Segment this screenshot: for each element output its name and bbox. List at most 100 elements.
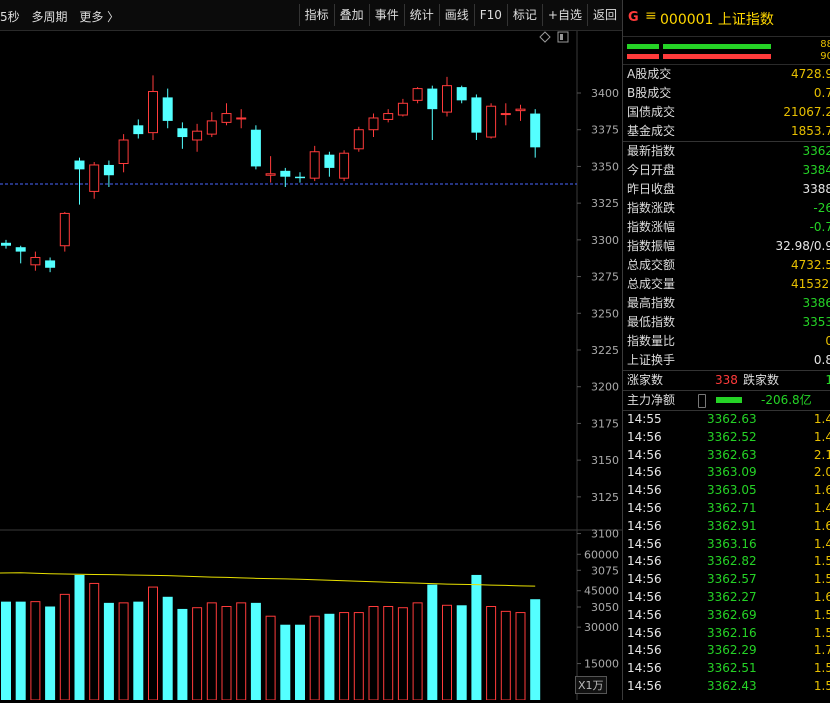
price-tick-label: 3175 — [591, 417, 619, 430]
tick-price: 3362.27 — [707, 589, 757, 604]
volume-bar — [103, 602, 114, 700]
candle-body — [500, 113, 511, 116]
volume-bar — [221, 606, 232, 701]
stat-value: 32.98/0.9 — [775, 239, 830, 253]
statistics-button[interactable]: 统计 — [403, 4, 439, 26]
tick-volume: 2.0 — [813, 465, 830, 480]
stat-label: 今日开盘 — [627, 163, 676, 177]
price-tick-label: 3100 — [591, 528, 619, 541]
tick-volume: 1.5 — [813, 572, 830, 587]
turnover-section: A股成交 4728.9 B股成交 0.7 国债成交 21067.2 基金成交 1853.… — [623, 65, 830, 142]
tick-row: 14:56 3362.63 2.1 — [623, 447, 830, 465]
tick-price: 3362.69 — [707, 607, 757, 622]
net-flow-bar — [716, 397, 742, 403]
tick-volume: 1.4 — [813, 429, 830, 444]
volume-bar — [133, 601, 144, 700]
turnover-value: 4728.9 — [791, 67, 830, 81]
up-bar-right — [663, 44, 771, 49]
volume-bar — [265, 615, 276, 701]
up-count-value: 338 — [715, 373, 738, 387]
add-watchlist-button[interactable]: +自选 — [541, 4, 587, 26]
bar-number-2: 90 — [820, 51, 830, 62]
tick-row: 14:56 3362.71 1.4 — [623, 500, 830, 518]
event-button[interactable]: 事件 — [368, 4, 404, 26]
tick-volume: 1.5 — [813, 678, 830, 693]
price-tick-label: 3075 — [591, 564, 619, 577]
net-flow-row: 主力净额 -206.8亿 — [623, 391, 830, 411]
mark-button[interactable]: 标记 — [506, 4, 542, 26]
tick-price: 3362.82 — [707, 554, 757, 569]
tick-row: 14:56 3363.09 2.0 — [623, 464, 830, 482]
candle-body — [74, 160, 85, 170]
candle-body — [412, 88, 423, 101]
volume-bar — [177, 608, 188, 700]
tick-volume: 1.4 — [813, 536, 830, 551]
volume-bar — [30, 601, 41, 701]
candle-body — [118, 139, 129, 164]
stat-value: 4732.5 — [791, 258, 830, 272]
tick-volume: 1.5 — [813, 625, 830, 640]
down-count-value: 1 — [825, 371, 830, 390]
volume-bar — [89, 582, 100, 701]
candle-body — [427, 88, 438, 110]
tick-price: 3362.63 — [707, 447, 757, 462]
stat-value: 3386 — [802, 296, 830, 310]
candle-body — [15, 247, 26, 252]
tick-price: 3363.05 — [707, 483, 757, 498]
net-flow-label: 主力净额 — [627, 393, 676, 407]
candle-body — [515, 108, 526, 112]
info-icon[interactable] — [698, 394, 706, 408]
candle-body — [133, 125, 144, 135]
tick-price: 3362.91 — [707, 518, 757, 533]
candle-body — [103, 164, 114, 176]
down-bar-left — [627, 54, 659, 59]
volume-bar — [309, 615, 320, 701]
period-5s[interactable]: 5秒 — [0, 10, 20, 24]
draw-line-button[interactable]: 画线 — [438, 4, 474, 26]
tick-volume: 1.5 — [813, 554, 830, 569]
window-toggle-icon-fill — [560, 34, 563, 40]
overlay-button[interactable]: 叠加 — [333, 4, 369, 26]
menu-icon[interactable]: ≡ — [645, 8, 657, 24]
diamond-icon[interactable] — [539, 31, 551, 43]
volume-tick-label: 60000 — [584, 548, 619, 561]
volume-bar — [427, 584, 438, 700]
turnover-label: 国债成交 — [627, 105, 676, 119]
tick-time: 14:56 — [627, 518, 662, 533]
tick-row: 14:56 3362.52 1.4 — [623, 429, 830, 447]
candle-body — [221, 113, 232, 123]
turnover-row: A股成交 4728.9 — [623, 65, 830, 84]
stat-label: 最低指数 — [627, 315, 676, 329]
tick-volume: 2.1 — [813, 447, 830, 462]
candle-body — [45, 260, 56, 268]
more-button[interactable]: 更多 〉 — [79, 10, 119, 24]
volume-bar — [397, 607, 408, 701]
tick-volume: 1.4 — [813, 500, 830, 515]
tick-time: 14:56 — [627, 447, 662, 462]
tick-volume: 1.5 — [813, 661, 830, 676]
tick-list[interactable]: 14:55 3362.63 1.4 14:56 3362.52 1.4 14:56 3362.… — [623, 411, 830, 696]
tick-price: 3362.29 — [707, 643, 757, 658]
kline-chart-svg[interactable]: 3400 3375 3350 3325 3300 3275 3250 3225 3200 3175… — [0, 31, 622, 701]
tick-time: 14:56 — [627, 429, 662, 444]
stat-row: 上证换手 0.8 — [623, 351, 830, 370]
tick-time: 14:56 — [627, 536, 662, 551]
stat-row: 今日开盘 3384 — [623, 161, 830, 180]
turnover-row: 基金成交 1853.7 — [623, 122, 830, 141]
price-tick-label: 3125 — [591, 491, 619, 504]
kline-chart[interactable]: 3400 3375 3350 3325 3300 3275 3250 3225 3200 3175… — [0, 31, 622, 701]
multi-period-button[interactable]: 多周期 — [31, 10, 67, 24]
volume-bar — [486, 606, 497, 701]
f10-button[interactable]: F10 — [473, 4, 507, 26]
tick-row: 14:55 3362.63 1.4 — [623, 411, 830, 429]
back-button[interactable]: 返回 — [586, 4, 622, 26]
candle-body — [30, 256, 41, 266]
stat-value: 3353 — [802, 315, 830, 329]
panel-header: G ≡ 000001 上证指数 — [623, 0, 830, 37]
tick-row: 14:56 3362.16 1.5 — [623, 625, 830, 643]
volume-bar — [1, 601, 11, 700]
indicator-button[interactable]: 指标 — [298, 4, 334, 26]
volume-bar — [236, 602, 247, 701]
candle-body — [236, 117, 247, 120]
candle-body — [89, 164, 100, 192]
